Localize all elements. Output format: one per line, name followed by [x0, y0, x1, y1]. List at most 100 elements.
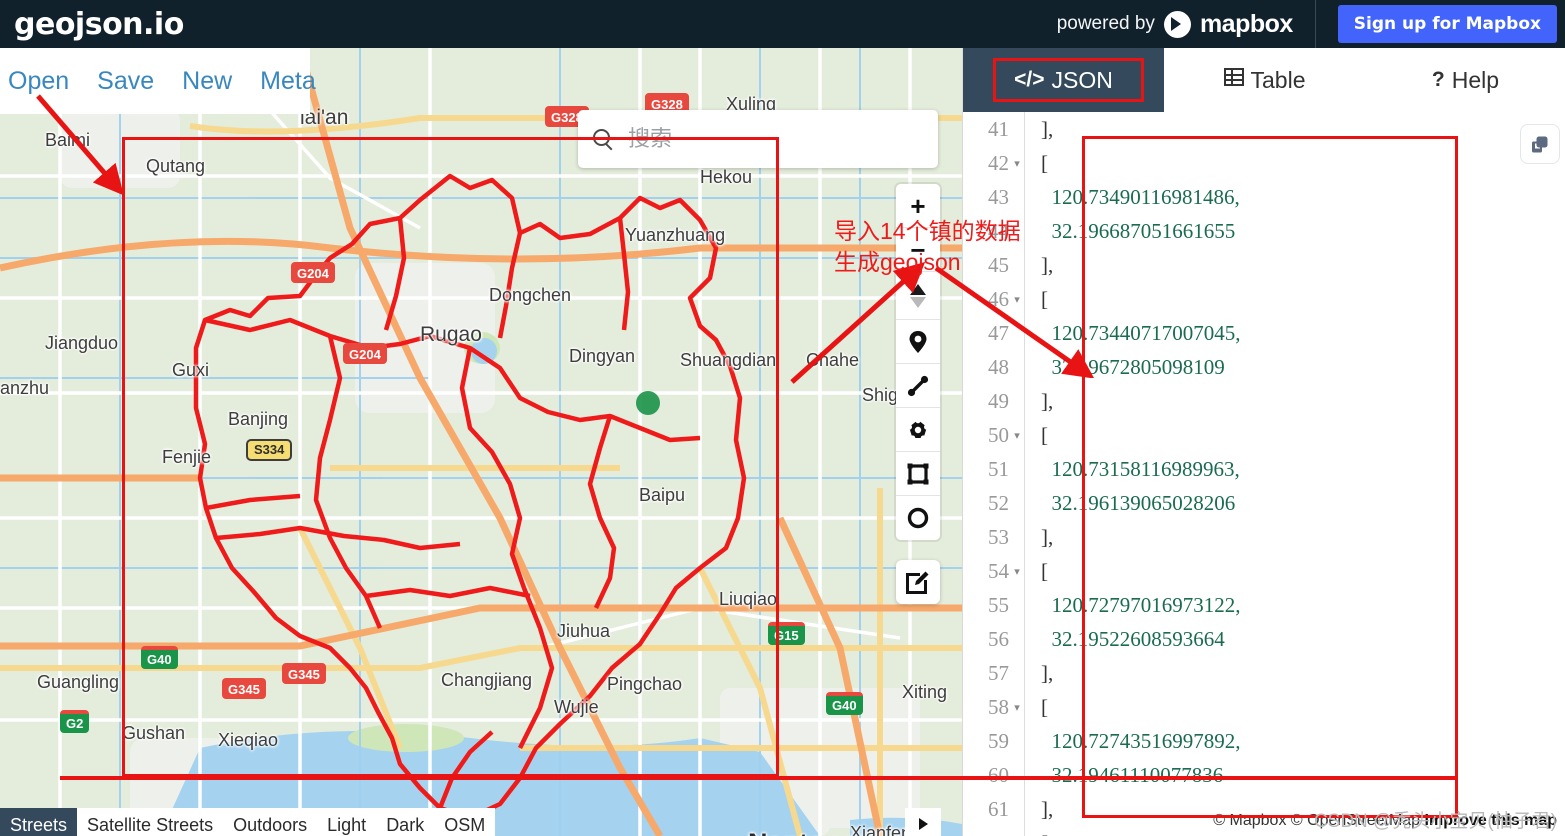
line-number: 62 [963, 831, 1009, 836]
search-input[interactable] [628, 126, 918, 152]
road-shield: G40 [141, 646, 178, 669]
code-line[interactable]: 45], [963, 248, 1565, 282]
map-marker-icon [907, 330, 929, 354]
copy-button[interactable] [1520, 124, 1560, 164]
tab-json[interactable]: </> JSON [963, 48, 1164, 112]
line-string-icon [906, 374, 930, 398]
code-line[interactable]: 55 120.72797016973122, [963, 588, 1565, 622]
layer-option-streets[interactable]: Streets [0, 808, 77, 836]
edit-properties-button[interactable] [896, 560, 940, 604]
code-text: 120.73440717007045, [1025, 321, 1241, 346]
code-text: 120.73158116989963, [1025, 457, 1240, 482]
powered-by-label: powered by [1057, 13, 1155, 35]
zoom-out-button[interactable]: − [896, 228, 940, 272]
draw-circle-button[interactable] [896, 496, 940, 540]
map-attribution: © Mapbox © OpenStreetMap Improve this ma… [1213, 812, 1557, 830]
code-text: [ [1025, 695, 1048, 720]
code-text: ], [1025, 117, 1053, 142]
line-number: 51 [963, 457, 1009, 482]
improve-this-map-link[interactable]: Improve this map [1425, 812, 1557, 829]
draw-polygon-button[interactable] [896, 408, 940, 452]
square-pen-icon [906, 570, 930, 594]
code-line[interactable]: 48 32.19672805098109 [963, 350, 1565, 384]
line-number: 43 [963, 185, 1009, 210]
layer-option-osm[interactable]: OSM [434, 808, 495, 836]
circle-icon [906, 506, 930, 530]
mapbox-logo-icon [1164, 11, 1191, 38]
play-triangle-icon [915, 816, 931, 832]
line-number: 58 [963, 695, 1009, 720]
layer-option-dark[interactable]: Dark [376, 808, 434, 836]
compass-button[interactable] [896, 272, 940, 320]
code-line[interactable]: 42▾[ [963, 146, 1565, 180]
layer-option-outdoors[interactable]: Outdoors [223, 808, 317, 836]
code-text: 120.72743516997892, [1025, 729, 1241, 754]
code-text: ], [1025, 389, 1053, 414]
menu-item-save[interactable]: Save [97, 67, 154, 96]
code-text: ], [1025, 253, 1053, 278]
fold-arrow-icon[interactable]: ▾ [1009, 565, 1025, 578]
file-menu-bar[interactable]: OpenSaveNewMeta [0, 48, 310, 114]
zoom-in-button[interactable]: + [896, 184, 940, 228]
code-text: 32.19672805098109 [1025, 355, 1225, 380]
layer-option-light[interactable]: Light [317, 808, 376, 836]
map-layer-switcher[interactable]: StreetsSatellite StreetsOutdoorsLightDar… [0, 808, 495, 836]
fold-arrow-icon[interactable]: ▾ [1009, 157, 1025, 170]
code-line[interactable]: 47 120.73440717007045, [963, 316, 1565, 350]
menu-item-new[interactable]: New [182, 67, 232, 96]
road-shield: G204 [291, 262, 335, 283]
code-line[interactable]: 41], [963, 112, 1565, 146]
code-line[interactable]: 52 32.196139065028206 [963, 486, 1565, 520]
code-text: [ [1025, 423, 1048, 448]
menu-item-meta[interactable]: Meta [260, 67, 316, 96]
layer-option-satellite-streets[interactable]: Satellite Streets [77, 808, 223, 836]
line-number: 46 [963, 287, 1009, 312]
code-line[interactable]: 44 32.196687051661655 [963, 214, 1565, 248]
fold-arrow-icon[interactable]: ▾ [1009, 429, 1025, 442]
map-search-box[interactable] [578, 110, 938, 168]
code-text: ], [1025, 525, 1053, 550]
road-shield: G2 [60, 710, 89, 733]
plus-icon: + [910, 193, 925, 219]
road-shield: G345 [282, 663, 326, 684]
code-line[interactable]: 51 120.73158116989963, [963, 452, 1565, 486]
code-text: 32.196687051661655 [1025, 219, 1235, 244]
code-line[interactable]: 46▾[ [963, 282, 1565, 316]
code-line[interactable]: 57], [963, 656, 1565, 690]
code-line[interactable]: 56 32.19522608593664 [963, 622, 1565, 656]
tab-help-label: Help [1452, 67, 1499, 94]
code-line[interactable]: 50▾[ [963, 418, 1565, 452]
map-next-button[interactable] [905, 808, 941, 836]
code-line[interactable]: 49], [963, 384, 1565, 418]
road-shield: G15 [768, 622, 805, 645]
tab-json-label: JSON [1052, 67, 1113, 94]
code-line[interactable]: 58▾[ [963, 690, 1565, 724]
fold-arrow-icon[interactable]: ▾ [1009, 701, 1025, 714]
code-icon: </> [1014, 68, 1044, 92]
code-line[interactable]: 59 120.72743516997892, [963, 724, 1565, 758]
draw-line-button[interactable] [896, 364, 940, 408]
code-line[interactable]: 60 32.19461110077836 [963, 758, 1565, 792]
menu-item-open[interactable]: Open [8, 67, 69, 96]
panel-tab-bar[interactable]: </> JSON Table ? Help [963, 48, 1565, 112]
line-number: 57 [963, 661, 1009, 686]
app-logo: geojson.io [0, 7, 184, 42]
code-lines[interactable]: 41],42▾[43 120.73490116981486,44 32.1966… [963, 112, 1565, 836]
map-pane[interactable]: lai'anXulingQutangBaimiHekouYuanzhuangDo… [0, 48, 962, 836]
code-line[interactable]: 43 120.73490116981486, [963, 180, 1565, 214]
line-number: 55 [963, 593, 1009, 618]
code-line[interactable]: 53], [963, 520, 1565, 554]
line-number: 54 [963, 559, 1009, 584]
sign-up-for-mapbox-button[interactable]: Sign up for Mapbox [1338, 5, 1557, 43]
json-editor[interactable]: 41],42▾[43 120.73490116981486,44 32.1966… [963, 112, 1565, 836]
code-line[interactable]: 54▾[ [963, 554, 1565, 588]
map-controls[interactable]: + − [896, 184, 940, 540]
compass-north-icon [910, 284, 926, 295]
tab-help[interactable]: ? Help [1365, 48, 1565, 112]
tab-table[interactable]: Table [1164, 48, 1365, 112]
fold-arrow-icon[interactable]: ▾ [1009, 293, 1025, 306]
draw-marker-button[interactable] [896, 320, 940, 364]
line-number: 59 [963, 729, 1009, 754]
draw-rectangle-button[interactable] [896, 452, 940, 496]
code-text: 32.196139065028206 [1025, 491, 1235, 516]
